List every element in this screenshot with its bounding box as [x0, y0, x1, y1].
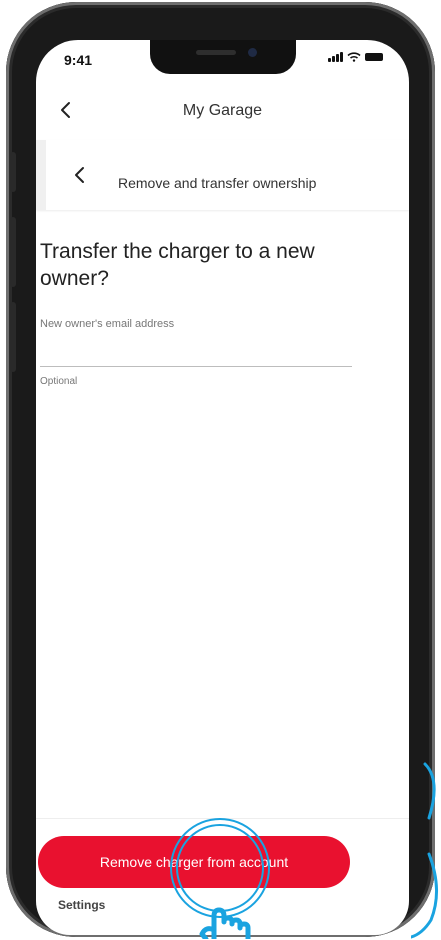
transfer-heading: Transfer the charger to a new owner? [40, 240, 315, 290]
battery-icon [365, 53, 383, 61]
mute-switch [10, 152, 16, 192]
tap-indicator-inner [176, 824, 264, 912]
swipe-gesture-icon [411, 762, 439, 939]
hand-pointer-icon [199, 907, 251, 939]
volume-down-button [10, 302, 16, 372]
status-time: 9:41 [64, 52, 93, 68]
speaker [196, 50, 236, 55]
sub-header: Remove and transfer ownership [36, 140, 409, 210]
email-field[interactable] [40, 334, 352, 367]
notch [150, 40, 296, 74]
signal-icon [328, 52, 343, 62]
email-field-hint: Optional [40, 376, 78, 387]
background-settings-text: Settings [58, 898, 106, 912]
phone-screen: 9:41 My Garage Remove and transfer owner… [36, 40, 409, 935]
email-field-label: New owner's email address [40, 318, 175, 330]
page-title: My Garage [182, 102, 263, 119]
sub-header-title: Remove and transfer ownership [118, 175, 317, 191]
status-icons [328, 52, 383, 62]
sub-back-chevron-icon[interactable] [70, 165, 90, 185]
wifi-icon [347, 52, 361, 62]
volume-up-button [10, 217, 16, 287]
front-camera [248, 48, 257, 57]
